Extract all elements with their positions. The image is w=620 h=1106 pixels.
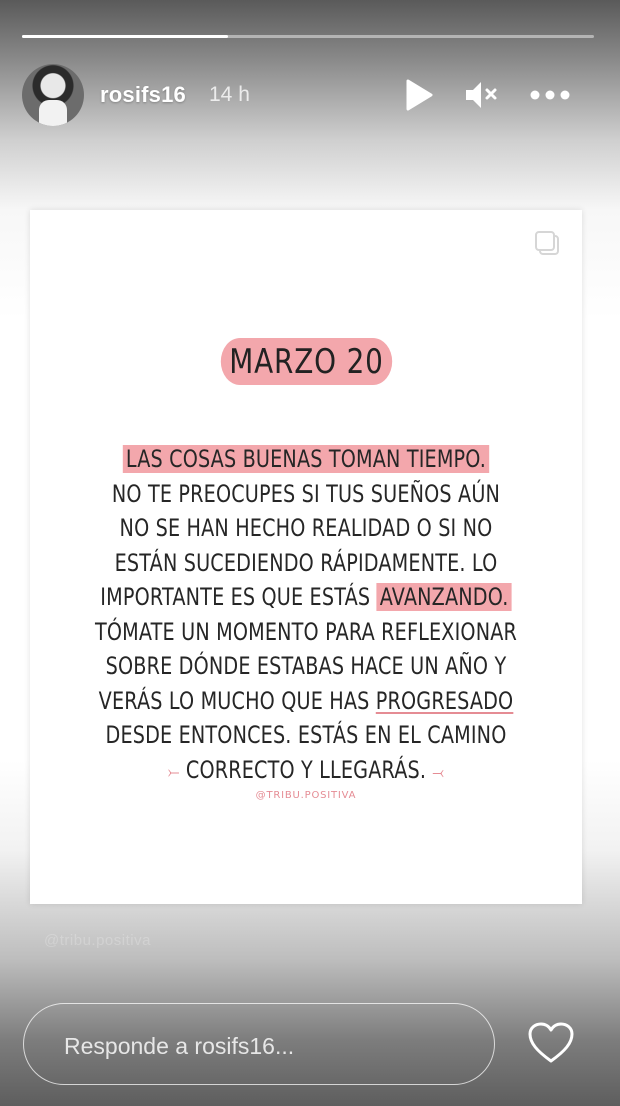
timestamp: 14 h bbox=[209, 83, 250, 106]
quote-line: ⤚ CORRECTO Y LLEGARÁS. ⤙ bbox=[85, 753, 527, 791]
mute-icon bbox=[466, 82, 497, 108]
heart-icon bbox=[528, 1022, 574, 1063]
quote-text-part: VERÁS LO MUCHO QUE HAS bbox=[98, 686, 376, 715]
like-button[interactable] bbox=[527, 1021, 575, 1065]
story-viewer: rosifs16 14 h MARZO 20 LAS COSAS BUENAS … bbox=[0, 0, 620, 1106]
arrow-left-icon: ⤚ bbox=[167, 761, 180, 783]
quote-text: LAS COSAS BUENAS TOMAN TIEMPO. NO TE PRE… bbox=[30, 442, 582, 790]
quote-highlight: AVANZANDO. bbox=[376, 583, 512, 611]
play-icon bbox=[406, 79, 433, 111]
quote-text-part: CORRECTO Y LLEGARÁS. bbox=[185, 755, 427, 784]
arrow-right-icon: ⤙ bbox=[432, 761, 445, 783]
story-header: rosifs16 14 h bbox=[22, 62, 598, 126]
quote-line: SOBRE DÓNDE ESTABAS HACE UN AÑO Y bbox=[105, 652, 507, 680]
quote-highlight: LAS COSAS BUENAS TOMAN TIEMPO. bbox=[122, 445, 490, 473]
quote-text-part: IMPORTANTE ES QUE ESTÁS bbox=[100, 583, 377, 611]
reply-placeholder: Responde a rosifs16... bbox=[64, 1033, 295, 1059]
quote-line: LAS COSAS BUENAS TOMAN TIEMPO. bbox=[85, 442, 527, 477]
quote-line: NO SE HAN HECHO REALIDAD O SI NO bbox=[119, 514, 493, 542]
more-options-button[interactable] bbox=[528, 76, 572, 114]
post-credit: @TRIBU.POSITIVA bbox=[255, 790, 357, 801]
mute-button[interactable] bbox=[462, 76, 500, 114]
quote-line: VERÁS LO MUCHO QUE HAS PROGRESADO bbox=[85, 684, 527, 719]
quote-line: IMPORTANTE ES QUE ESTÁS AVANZANDO. bbox=[85, 580, 527, 615]
username[interactable]: rosifs16 bbox=[100, 82, 186, 108]
story-progress-fill bbox=[22, 35, 228, 38]
quote-line: DESDE ENTONCES. ESTÁS EN EL CAMINO bbox=[105, 721, 507, 749]
story-progress-bar bbox=[22, 35, 594, 38]
watermark: @tribu.positiva bbox=[44, 932, 151, 949]
reply-input[interactable]: Responde a rosifs16... bbox=[23, 1003, 495, 1085]
quote-line: TÓMATE UN MOMENTO PARA REFLEXIONAR bbox=[94, 617, 518, 646]
quote-line: NO TE PREOCUPES SI TUS SUEÑOS AÚN bbox=[111, 479, 501, 508]
avatar[interactable] bbox=[22, 64, 84, 126]
avatar-figure bbox=[39, 100, 67, 126]
multiple-images-icon bbox=[535, 231, 559, 255]
quote-underline: PROGRESADO bbox=[375, 686, 514, 715]
date-label: MARZO 20 bbox=[220, 338, 393, 385]
play-button[interactable] bbox=[400, 76, 438, 114]
shared-post-card[interactable]: MARZO 20 LAS COSAS BUENAS TOMAN TIEMPO. … bbox=[30, 210, 582, 904]
more-icon bbox=[530, 90, 570, 100]
quote-line: ESTÁN SUCEDIENDO RÁPIDAMENTE. LO bbox=[114, 548, 498, 577]
